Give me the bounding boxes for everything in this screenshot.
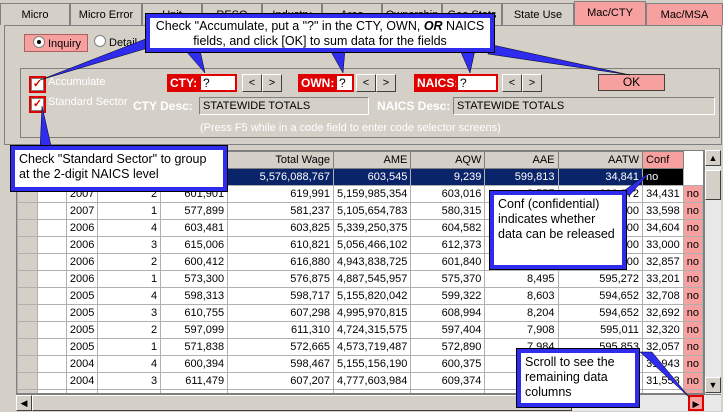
callout-accumulate: Check "Accumulate, put a "?" in the CTY,… [145,13,495,53]
callout-pointer-sector [39,105,53,151]
callout-scroll: Scroll to see the remaining data columns [516,348,640,408]
callout-scroll-text: Scroll to see the remaining data columns [521,353,635,403]
callout-conf-text: Conf (confidential) indicates whether da… [494,195,622,265]
callout-pointer-cty [184,49,206,74]
callout-conf: Conf (confidential) indicates whether da… [489,190,627,270]
callout-pointer-naics [459,49,476,74]
callout-pointer-scroll [639,351,691,399]
callout-standard-sector: Check "Standard Sector" to group at the … [10,145,228,192]
callout-pointer-own [329,49,346,74]
callout-accumulate-text: Check "Accumulate, put a "?" in the CTY,… [150,18,490,48]
callout-pointer-accumulate [39,37,149,81]
callout-pointer-ok [487,43,631,76]
callout-sector-text: Check "Standard Sector" to group at the … [15,150,223,187]
